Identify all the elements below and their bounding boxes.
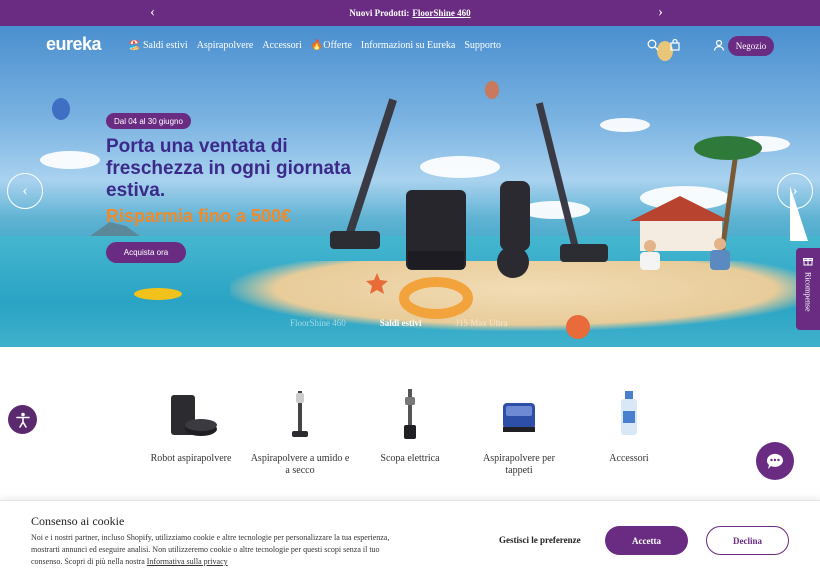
cookie-text: Noi e i nostri partner, incluso Shopify,… xyxy=(31,532,411,568)
category-row: Robot aspirapolvere Aspirapolvere a umid… xyxy=(0,347,820,497)
accessory-bottle-image xyxy=(599,387,659,443)
chevron-left-icon[interactable]: ‹ xyxy=(150,4,155,20)
category-label: Scopa elettrica xyxy=(380,453,440,464)
decline-button[interactable]: Declina xyxy=(706,526,789,555)
cookie-title: Consenso ai cookie xyxy=(31,514,125,528)
category-label: Robot aspirapolvere xyxy=(150,453,232,464)
promo-date-badge: Dal 04 al 30 giugno xyxy=(106,113,191,129)
announcement-link[interactable]: FloorShine 460 xyxy=(412,8,470,18)
nav-icons xyxy=(647,39,725,51)
chat-button[interactable] xyxy=(756,442,794,480)
category-robot[interactable]: Robot aspirapolvere xyxy=(141,387,241,465)
nav-menu: 🏖️ Saldi estivi Aspirapolvere Accessori … xyxy=(128,40,501,51)
account-icon[interactable] xyxy=(713,39,725,51)
nav-item-aspirapolvere[interactable]: Aspirapolvere xyxy=(197,40,254,51)
rewards-tab[interactable]: Ricompense xyxy=(796,248,820,330)
category-label: Aspirapolvere a umido e a secco xyxy=(250,453,350,476)
manage-preferences-button[interactable]: Gestisci le preferenze xyxy=(499,535,581,545)
nav-item-supporto[interactable]: Supporto xyxy=(464,40,501,51)
main-nav: eureka 🏖️ Saldi estivi Aspirapolvere Acc… xyxy=(0,26,820,66)
category-carpet[interactable]: Aspirapolvere per tappeti xyxy=(469,387,569,477)
category-wet-dry[interactable]: Aspirapolvere a umido e a secco xyxy=(250,387,350,477)
carousel-prev-button[interactable]: ‹ xyxy=(7,173,43,209)
search-icon[interactable] xyxy=(647,39,659,51)
cookie-banner: Consenso ai cookie Noi e i nostri partne… xyxy=(0,500,820,577)
announcement-prefix: Nuovi Prodotti: xyxy=(349,8,410,18)
carousel-next-button[interactable]: › xyxy=(777,173,813,209)
eureka-logo[interactable]: eureka xyxy=(46,34,102,55)
category-accessories[interactable]: Accessori xyxy=(579,387,679,465)
stick-vacuum-image xyxy=(380,387,440,443)
chat-icon xyxy=(766,453,783,469)
shop-now-button[interactable]: Acquista ora xyxy=(106,242,186,263)
bag-icon[interactable] xyxy=(669,39,681,51)
category-stick[interactable]: Scopa elettrica xyxy=(360,387,460,465)
gift-icon xyxy=(803,258,813,266)
slide-tab[interactable]: J15 Max Ultra xyxy=(456,318,508,328)
announcement-bar: ‹ Nuovi Prodotti: FloorShine 460 › xyxy=(0,0,820,26)
rewards-label: Ricompense xyxy=(803,272,813,312)
wet-dry-vacuum-image xyxy=(270,387,330,443)
chevron-right-icon: › xyxy=(792,182,798,199)
nav-item-accessori[interactable]: Accessori xyxy=(262,40,301,51)
category-label: Aspirapolvere per tappeti xyxy=(483,453,555,476)
shop-button[interactable]: Negozio xyxy=(728,36,774,56)
hero-banner: Dal 04 al 30 giugno Porta una ventata di… xyxy=(0,26,820,347)
chevron-right-icon[interactable]: › xyxy=(658,4,663,20)
nav-item-saldi-estivi[interactable]: 🏖️ Saldi estivi xyxy=(128,40,188,51)
accessibility-button[interactable] xyxy=(8,405,37,434)
hero-headline: Porta una ventata di freschezza in ogni … xyxy=(106,136,351,201)
slide-tab[interactable]: FloorShine 460 xyxy=(290,318,346,328)
nav-item-offerte[interactable]: 🔥Offerte xyxy=(311,40,352,51)
nav-item-informazioni[interactable]: Informazioni su Eureka xyxy=(361,40,455,51)
hero-subline: Risparmia fino a 500€ xyxy=(106,206,292,226)
privacy-policy-link[interactable]: Informativa sulla privacy xyxy=(147,557,228,566)
slide-tab-active[interactable]: Saldi estivi xyxy=(380,318,422,328)
robot-vacuum-image xyxy=(161,387,221,443)
category-label: Accessori xyxy=(609,453,649,464)
accessibility-icon xyxy=(15,412,30,428)
chevron-left-icon: ‹ xyxy=(22,182,28,199)
carousel-slide-tabs: FloorShine 460 Saldi estivi J15 Max Ultr… xyxy=(290,318,508,328)
accept-button[interactable]: Accetta xyxy=(605,526,688,555)
carpet-cleaner-image xyxy=(489,387,549,443)
